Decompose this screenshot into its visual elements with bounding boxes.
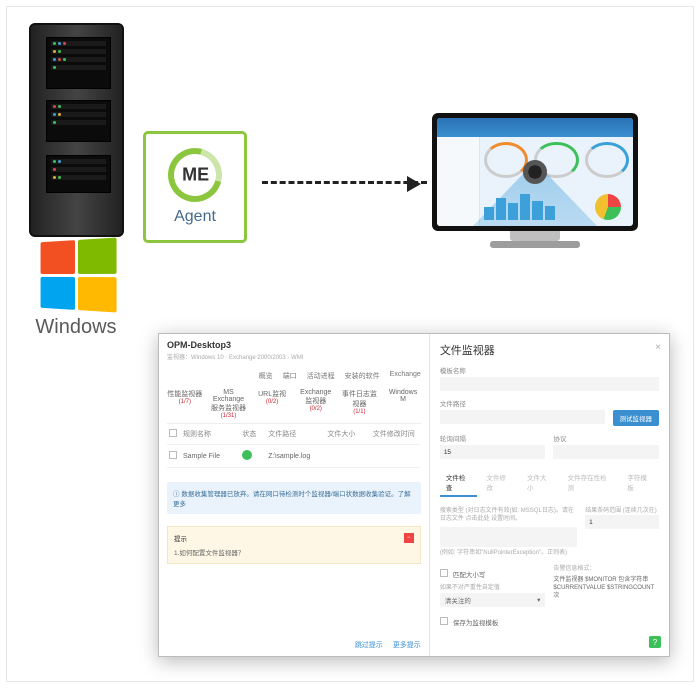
tab-exchange[interactable]: Exchange监视器(0/2) (298, 389, 334, 419)
select-all-checkbox[interactable] (169, 429, 177, 437)
rule-name: Sample File (183, 453, 238, 460)
nav-item[interactable]: 活动进程 (307, 371, 335, 381)
nav-item[interactable]: 概览 (259, 371, 273, 381)
tab-eventlog[interactable]: 事件日志监视器(1/1) (342, 389, 378, 419)
camera-lens-icon (523, 160, 547, 184)
count-input[interactable] (585, 515, 659, 529)
top-nav: 概览 端口 活动进程 安装的软件 Exchange (167, 371, 421, 381)
server-rack-illustration (29, 23, 124, 237)
windows-logo: Windows (28, 240, 124, 328)
rtab-modify[interactable]: 文件修改 (480, 469, 518, 497)
monitor-illustration (432, 113, 638, 253)
agent-label: Agent (174, 208, 216, 226)
file-path: Z:\sample.log (268, 453, 323, 460)
connection-arrow (262, 181, 427, 184)
severity-select[interactable]: 清关注的▾ (440, 593, 546, 607)
protocol-input[interactable] (553, 445, 659, 459)
tab-exchange-service[interactable]: MS Exchange服务监视器(1/31) (211, 389, 247, 419)
skip-link[interactable]: 跳过提示 (355, 640, 383, 650)
table-header: 规则名称 状态 文件路径 文件大小 文件修改时间 (167, 424, 421, 445)
nav-item[interactable]: Exchange (390, 371, 421, 381)
row-checkbox[interactable] (169, 451, 177, 459)
chevron-down-icon: ▾ (537, 596, 540, 604)
page-subtitle: 监视器：Windows 10 · Exchange 2000/2003 · WM… (167, 352, 421, 361)
tip-box: − 提示 1.如何配置文件监视器？ (167, 526, 421, 564)
status-ok-icon (242, 450, 252, 460)
page-title: OPM-Desktop3 (167, 340, 421, 350)
save-template-checkbox[interactable] (440, 617, 448, 625)
file-path-input[interactable] (440, 410, 605, 424)
rtab-char[interactable]: 字符模板 (621, 469, 659, 497)
info-banner: ⓘ 数据收集管理器已放弃。请在网口待检测时个监视器/端口状数据收集验证。了解更多 (167, 482, 421, 514)
help-icon[interactable]: ? (649, 636, 661, 648)
template-name-input[interactable] (440, 377, 659, 391)
alert-format-text: 文件监视器 $MONITOR 包含字符串 $CURRENTVALUE $STRI… (553, 576, 659, 601)
tab-url[interactable]: URL监视(0/2) (254, 389, 290, 419)
interval-input[interactable] (440, 445, 546, 459)
search-type-label: 搜索类型 (对日志文件有效(如: MSSQL日志)。请在日志文件 点击此处 设置… (440, 507, 577, 524)
close-icon[interactable]: × (655, 342, 661, 353)
rtab-exist[interactable]: 文件存在性检测 (562, 469, 619, 497)
rtab-size[interactable]: 文件大小 (521, 469, 559, 497)
tab-performance[interactable]: 性能监视器(1/7) (167, 389, 203, 419)
monitor-tabs: 性能监视器(1/7) MS Exchange服务监视器(1/31) URL监视(… (167, 389, 421, 424)
search-string-input[interactable] (440, 527, 577, 547)
test-monitor-button[interactable]: 测试监视器 (613, 410, 660, 426)
me-agent-box: ME Agent (143, 131, 247, 243)
windows-label: Windows (28, 316, 124, 339)
nav-item[interactable]: 安装的软件 (345, 371, 380, 381)
sidepanel-title: 文件监视器 (440, 342, 659, 358)
projected-app-window: OPM-Desktop3 监视器：Windows 10 · Exchange 2… (158, 333, 670, 657)
tab-windows[interactable]: Windows M (385, 389, 421, 419)
me-logo-icon: ME (158, 138, 232, 212)
nav-item[interactable]: 端口 (283, 371, 297, 381)
rtab-content[interactable]: 文件检查 (440, 469, 478, 497)
check-type-tabs: 文件检查 文件修改 文件大小 文件存在性检测 字符模板 (440, 469, 659, 497)
case-checkbox[interactable] (440, 569, 448, 577)
table-row[interactable]: Sample File Z:\sample.log (167, 445, 421, 468)
tip-close-icon[interactable]: − (404, 533, 414, 543)
more-link[interactable]: 更多提示 (393, 640, 421, 650)
